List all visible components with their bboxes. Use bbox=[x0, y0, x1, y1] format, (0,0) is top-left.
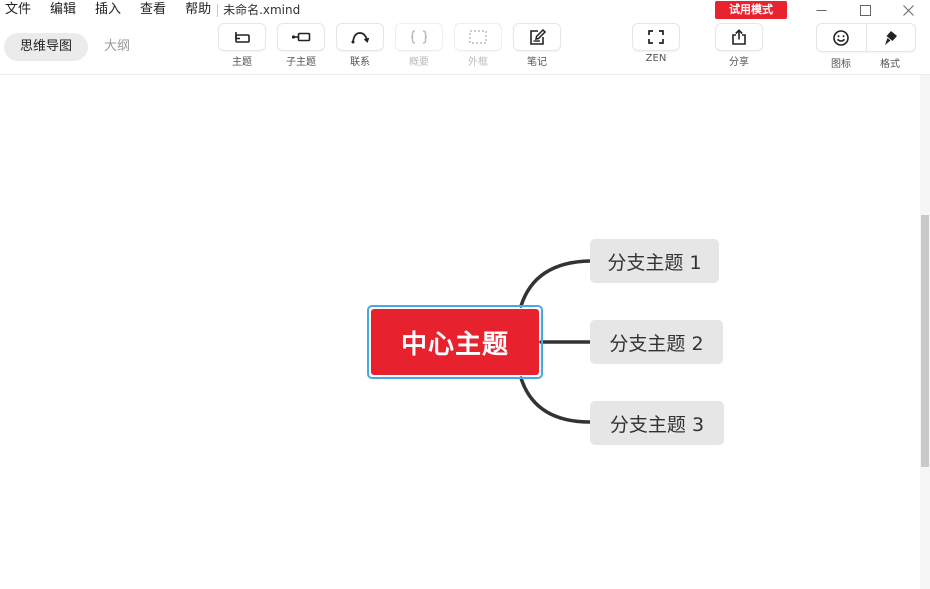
trial-mode-badge[interactable]: 试用模式 bbox=[715, 1, 787, 19]
minimize-icon bbox=[816, 9, 826, 11]
boundary-icon bbox=[469, 30, 487, 44]
format-button[interactable] bbox=[865, 24, 916, 51]
fullscreen-icon bbox=[648, 30, 664, 44]
vertical-scrollbar-thumb[interactable] bbox=[921, 215, 929, 467]
boundary-button[interactable] bbox=[455, 24, 501, 50]
maximize-button[interactable] bbox=[843, 0, 887, 20]
minimize-button[interactable] bbox=[799, 0, 843, 20]
branch-topic-1[interactable]: 分支主题 1 bbox=[590, 239, 719, 283]
subtopic-icon bbox=[291, 32, 311, 42]
relationship-label: 联系 bbox=[350, 57, 370, 68]
summary-tool[interactable]: 概要 bbox=[395, 24, 443, 68]
note-icon bbox=[530, 29, 547, 45]
boundary-label: 外框 bbox=[468, 57, 488, 68]
topic-tool[interactable]: 主题 bbox=[218, 24, 266, 68]
zen-tool[interactable]: ZEN bbox=[632, 24, 680, 64]
icon-format-group bbox=[817, 24, 915, 51]
note-label: 笔记 bbox=[527, 57, 547, 68]
topic-icon bbox=[235, 32, 250, 43]
branch-topic-3[interactable]: 分支主题 3 bbox=[590, 401, 724, 445]
smiley-icon bbox=[833, 29, 850, 46]
share-icon bbox=[732, 29, 746, 45]
zen-label: ZEN bbox=[645, 53, 667, 64]
menu-view[interactable]: 查看 bbox=[135, 0, 166, 20]
relationship-tool[interactable]: 联系 bbox=[336, 24, 384, 68]
summary-label: 概要 bbox=[409, 57, 429, 68]
close-icon bbox=[902, 4, 914, 16]
zen-button[interactable] bbox=[633, 24, 679, 50]
icon-label: 图标 bbox=[831, 59, 851, 70]
boundary-tool[interactable]: 外框 bbox=[454, 24, 502, 68]
menu-edit[interactable]: 编辑 bbox=[45, 0, 76, 20]
note-tool[interactable]: 笔记 bbox=[513, 24, 561, 68]
topic-button[interactable] bbox=[219, 24, 265, 50]
menu-file[interactable]: 文件 bbox=[0, 0, 31, 20]
summary-brace-icon bbox=[410, 30, 428, 44]
paintbrush-icon bbox=[884, 30, 897, 45]
icon-button[interactable] bbox=[817, 24, 866, 51]
topic-label: 主题 bbox=[232, 57, 252, 68]
tab-outline[interactable]: 大纲 bbox=[88, 33, 146, 61]
branch-topic-2[interactable]: 分支主题 2 bbox=[590, 320, 723, 364]
relationship-button[interactable] bbox=[337, 24, 383, 50]
menu-separator bbox=[217, 3, 219, 17]
format-label: 格式 bbox=[880, 59, 900, 70]
subtopic-label: 子主题 bbox=[286, 57, 316, 68]
subtopic-button[interactable] bbox=[278, 24, 324, 50]
menu-help[interactable]: 帮助 bbox=[180, 0, 211, 20]
relationship-icon bbox=[351, 32, 370, 44]
note-button[interactable] bbox=[514, 24, 560, 50]
close-button[interactable] bbox=[886, 0, 930, 20]
menu-bar: 文件 编辑 插入 查看 帮助 未命名.xmind bbox=[0, 0, 930, 20]
view-mode-tabs: 思维导图 大纲 bbox=[4, 33, 146, 61]
share-tool[interactable]: 分享 bbox=[715, 24, 763, 68]
share-label: 分享 bbox=[729, 57, 749, 68]
file-name: 未命名.xmind bbox=[223, 3, 301, 17]
summary-button[interactable] bbox=[396, 24, 442, 50]
subtopic-tool[interactable]: 子主题 bbox=[277, 24, 325, 68]
maximize-icon bbox=[859, 4, 871, 16]
tab-mindmap[interactable]: 思维导图 bbox=[4, 33, 89, 61]
share-button[interactable] bbox=[716, 24, 762, 50]
central-topic[interactable]: 中心主题 bbox=[371, 309, 539, 375]
menu-insert[interactable]: 插入 bbox=[90, 0, 121, 20]
